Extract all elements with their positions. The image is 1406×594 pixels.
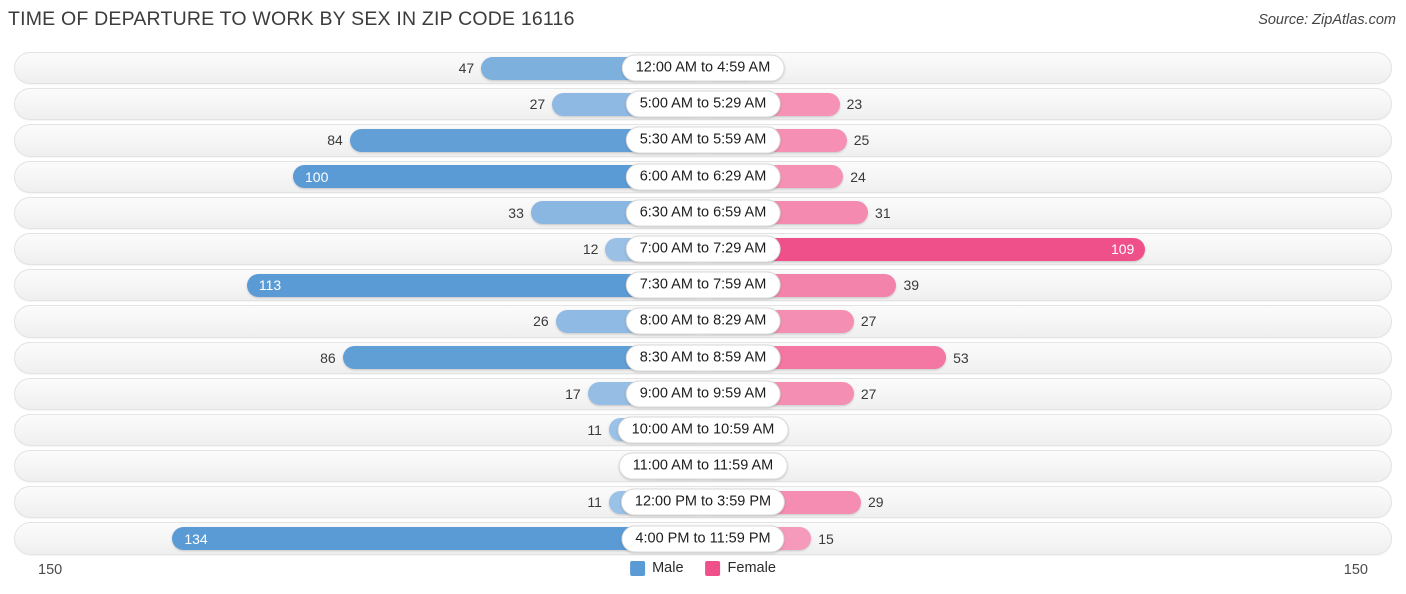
- male-value-label: 47: [458, 60, 475, 77]
- male-value-label: 113: [258, 277, 282, 294]
- row-bars: 26 27 8:00 AM to 8:29 AM: [0, 303, 1406, 339]
- female-value-label: 15: [818, 530, 834, 547]
- chart-row: 11310:00 AM to 10:59 AM: [0, 412, 1406, 448]
- row-bars: 11310:00 AM to 10:59 AM: [0, 412, 1406, 448]
- chart-row: 47012:00 AM to 4:59 AM: [0, 50, 1406, 86]
- female-value-label: 29: [867, 494, 884, 511]
- row-bars: 27 23 5:00 AM to 5:29 AM: [0, 86, 1406, 122]
- chart-row: 33 31 6:30 AM to 6:59 AM: [0, 195, 1406, 231]
- chart-page: TIME OF DEPARTURE TO WORK BY SEX IN ZIP …: [0, 0, 1406, 594]
- female-value-label: 27: [860, 313, 877, 330]
- legend-swatch-icon: [705, 560, 721, 576]
- row-bars: 17 27 9:00 AM to 9:59 AM: [0, 376, 1406, 412]
- category-label: 7:00 AM to 7:29 AM: [625, 235, 781, 263]
- male-value-label: 12: [582, 241, 599, 258]
- legend-item[interactable]: Male: [630, 560, 684, 576]
- category-label: 7:30 AM to 7:59 AM: [625, 271, 781, 299]
- male-value-label: 26: [533, 313, 549, 330]
- row-bars: 47012:00 AM to 4:59 AM: [0, 50, 1406, 86]
- category-label: 5:00 AM to 5:29 AM: [625, 90, 781, 118]
- female-value-label: 27: [860, 385, 877, 402]
- category-label: 11:00 AM to 11:59 AM: [618, 452, 788, 480]
- chart-row: 26 27 8:00 AM to 8:29 AM: [0, 303, 1406, 339]
- row-bars: 100 24 6:00 AM to 6:29 AM: [0, 159, 1406, 195]
- male-value-label: 11: [587, 494, 602, 511]
- row-bars: 11 29 12:00 PM to 3:59 PM: [0, 484, 1406, 520]
- legend-label: Female: [727, 560, 776, 576]
- legend-label: Male: [652, 560, 684, 576]
- row-bars: 33 31 6:30 AM to 6:59 AM: [0, 195, 1406, 231]
- category-label: 5:30 AM to 5:59 AM: [625, 126, 781, 154]
- chart-row: 27 23 5:00 AM to 5:29 AM: [0, 86, 1406, 122]
- chart-footer: 150 Male Female 150: [0, 560, 1406, 586]
- page-title: TIME OF DEPARTURE TO WORK BY SEX IN ZIP …: [8, 8, 575, 30]
- source-attribution: Source: ZipAtlas.com: [1258, 12, 1396, 28]
- legend-swatch-icon: [630, 560, 646, 576]
- female-value-label: 24: [850, 168, 866, 185]
- category-label: 8:00 AM to 8:29 AM: [625, 307, 781, 335]
- chart-row: 12 109 7:00 AM to 7:29 AM: [0, 231, 1406, 267]
- male-value-label: 86: [320, 349, 336, 366]
- category-label: 6:00 AM to 6:29 AM: [625, 163, 781, 191]
- chart-row: 0011:00 AM to 11:59 AM: [0, 448, 1406, 484]
- chart-header: TIME OF DEPARTURE TO WORK BY SEX IN ZIP …: [0, 0, 1406, 42]
- female-value-label: 39: [903, 277, 920, 294]
- chart-row: 86 53 8:30 AM to 8:59 AM: [0, 340, 1406, 376]
- chart-rows: 47012:00 AM to 4:59 AM 27 23 5:00 AM to 5:2…: [0, 50, 1406, 557]
- chart-row: 11 29 12:00 PM to 3:59 PM: [0, 484, 1406, 520]
- female-value-label: 53: [953, 349, 969, 366]
- category-label: 9:00 AM to 9:59 AM: [625, 380, 781, 408]
- male-value-label: 27: [529, 96, 546, 113]
- row-bars: 134 15 4:00 PM to 11:59 PM: [0, 520, 1406, 556]
- category-label: 12:00 PM to 3:59 PM: [620, 488, 786, 516]
- axis-label-left: 150: [38, 562, 63, 578]
- category-label: 6:30 AM to 6:59 AM: [625, 199, 781, 227]
- category-label: 12:00 AM to 4:59 AM: [621, 54, 785, 82]
- male-value-label: 33: [508, 204, 524, 221]
- row-bars: 113 39 7:30 AM to 7:59 AM: [0, 267, 1406, 303]
- category-label: 8:30 AM to 8:59 AM: [625, 344, 781, 372]
- female-value-label: 109: [1110, 241, 1135, 258]
- category-label: 10:00 AM to 10:59 AM: [617, 416, 789, 444]
- male-value-label: 100: [305, 168, 329, 185]
- male-value-label: 134: [184, 530, 208, 547]
- chart-legend: Male Female: [630, 560, 776, 576]
- category-label: 4:00 PM to 11:59 PM: [621, 525, 785, 553]
- male-value-label: 11: [587, 421, 602, 438]
- row-bars: 86 53 8:30 AM to 8:59 AM: [0, 340, 1406, 376]
- chart-row: 134 15 4:00 PM to 11:59 PM: [0, 520, 1406, 556]
- chart-row: 100 24 6:00 AM to 6:29 AM: [0, 159, 1406, 195]
- female-value-label: 25: [853, 132, 870, 149]
- male-value-label: 17: [565, 385, 581, 402]
- female-value-label: 31: [875, 204, 891, 221]
- male-value-label: 84: [327, 132, 343, 149]
- chart-row: 113 39 7:30 AM to 7:59 AM: [0, 267, 1406, 303]
- female-value-label: 23: [846, 96, 863, 113]
- chart-row: 17 27 9:00 AM to 9:59 AM: [0, 376, 1406, 412]
- row-bars: 0011:00 AM to 11:59 AM: [0, 448, 1406, 484]
- row-bars: 12 109 7:00 AM to 7:29 AM: [0, 231, 1406, 267]
- axis-label-right: 150: [1343, 562, 1368, 578]
- chart-row: 84 25 5:30 AM to 5:59 AM: [0, 122, 1406, 158]
- row-bars: 84 25 5:30 AM to 5:59 AM: [0, 122, 1406, 158]
- legend-item[interactable]: Female: [705, 560, 776, 576]
